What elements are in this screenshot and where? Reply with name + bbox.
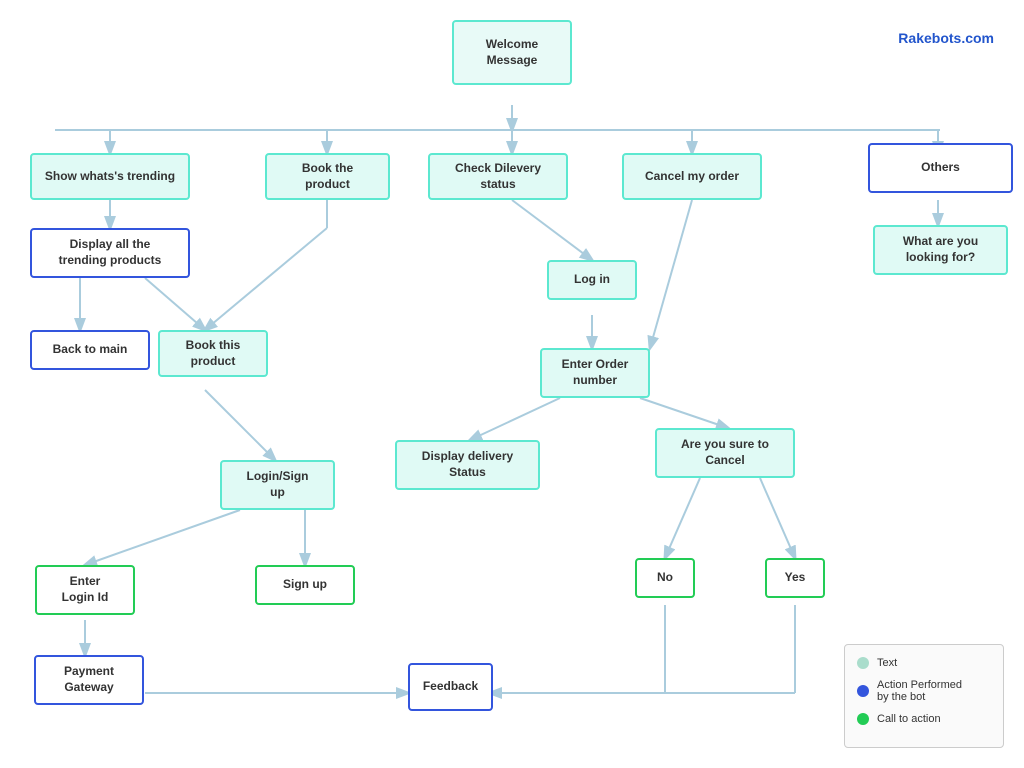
enter-order-node: Enter Order number — [540, 348, 650, 398]
are-sure-node: Are you sure to Cancel — [655, 428, 795, 478]
sign-up-node: Sign up — [255, 565, 355, 605]
yes-node: Yes — [765, 558, 825, 598]
back-main-node: Back to main — [30, 330, 150, 370]
display-trending-node: Display all the trending products — [30, 228, 190, 278]
welcome-node: Welcome Message — [452, 20, 572, 85]
brand-label: Rakebots.com — [898, 30, 994, 46]
legend-item-text: Text — [857, 657, 991, 669]
book-product-node: Book the product — [265, 153, 390, 200]
payment-gateway-node: Payment Gateway — [34, 655, 144, 705]
feedback-node: Feedback — [408, 663, 493, 711]
legend-dot-text — [857, 657, 869, 669]
show-trending-node: Show whats's trending — [30, 153, 190, 200]
legend-dot-action — [857, 685, 869, 697]
login-signup-node: Login/Sign up — [220, 460, 335, 510]
legend: Text Action Performed by the bot Call to… — [844, 644, 1004, 748]
legend-item-cta: Call to action — [857, 713, 991, 725]
cancel-order-node: Cancel my order — [622, 153, 762, 200]
check-delivery-node: Check Dilevery status — [428, 153, 568, 200]
display-delivery-node: Display delivery Status — [395, 440, 540, 490]
legend-item-action: Action Performed by the bot — [857, 679, 991, 703]
diagram: Rakebots.com — [0, 0, 1024, 768]
book-this-node: Book this product — [158, 330, 268, 377]
login-node: Log in — [547, 260, 637, 300]
others-node: Others — [868, 143, 1013, 193]
no-node: No — [635, 558, 695, 598]
what-looking-node: What are you looking for? — [873, 225, 1008, 275]
enter-login-node: Enter Login Id — [35, 565, 135, 615]
legend-dot-cta — [857, 713, 869, 725]
